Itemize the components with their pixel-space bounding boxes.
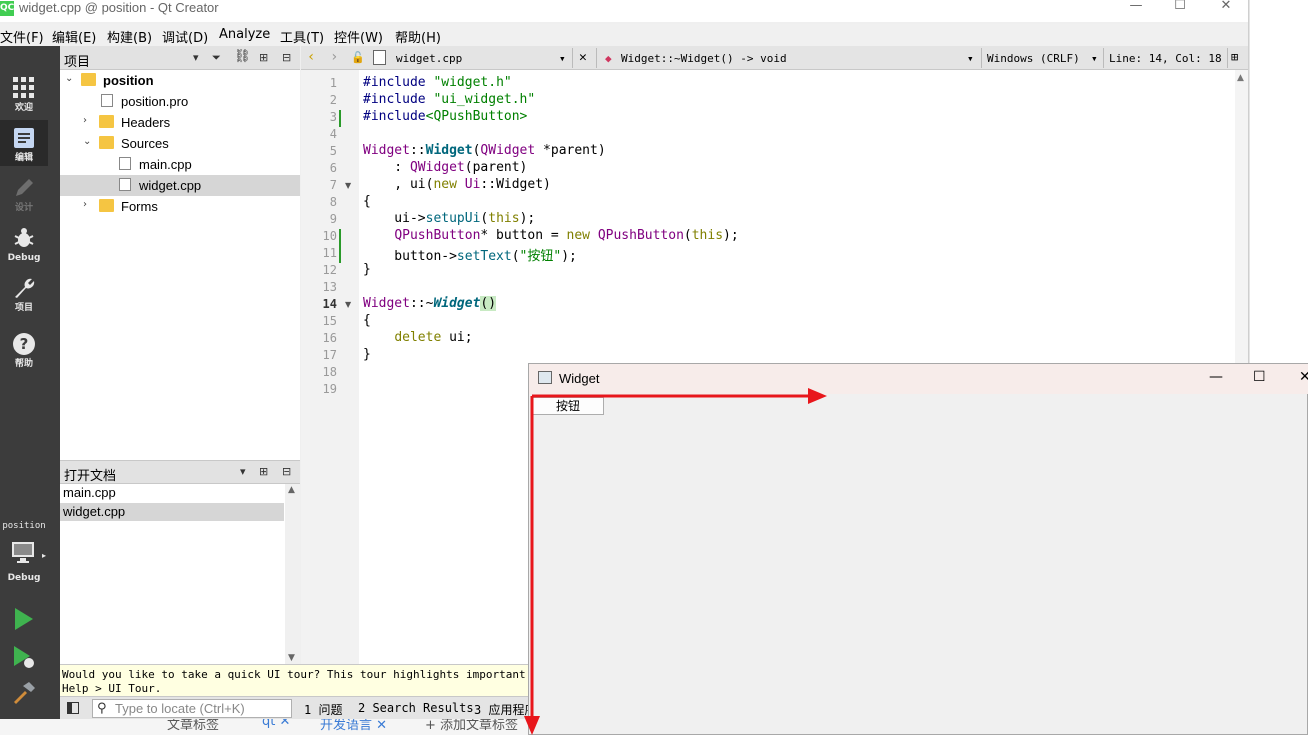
screen: 文章标签 qt ✕ 开发语言 ✕ + 添加文章标签 QC widget.cpp … xyxy=(0,0,1308,735)
x-axis-arrow xyxy=(532,388,827,404)
annotation-arrows xyxy=(524,388,827,735)
y-axis-arrow xyxy=(524,396,540,735)
